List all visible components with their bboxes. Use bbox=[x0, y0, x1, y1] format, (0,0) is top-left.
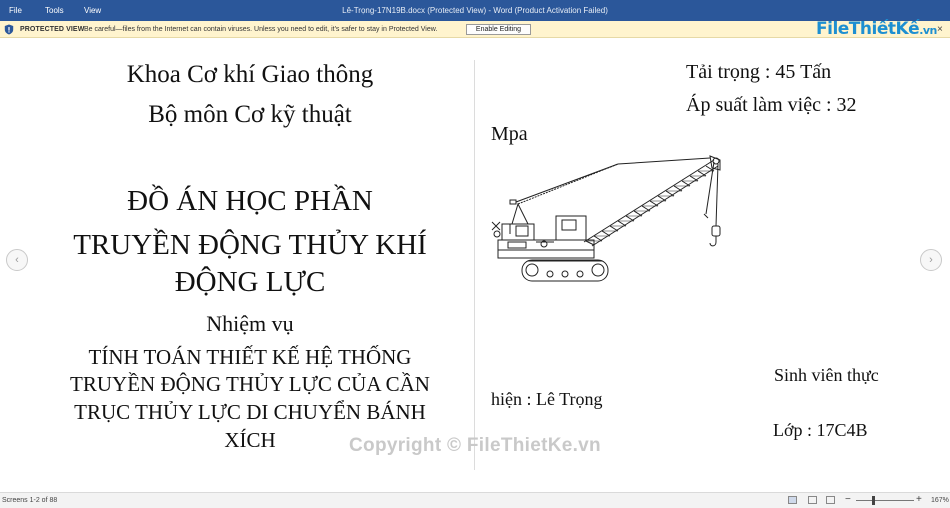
zoom-slider[interactable] bbox=[856, 500, 914, 501]
heading-line-1: ĐỒ ÁN HỌC PHẦN bbox=[127, 185, 373, 217]
read-mode-icon[interactable] bbox=[788, 496, 797, 504]
window-title: Lê-Trọng-17N19B.docx (Protected View) - … bbox=[342, 6, 608, 15]
task-label: Nhiệm vụ bbox=[206, 311, 294, 336]
copyright-watermark: Copyright © FileThietKe.vn bbox=[349, 435, 601, 456]
page-counter: Screens 1-2 of 88 bbox=[2, 497, 58, 504]
web-layout-icon[interactable] bbox=[826, 496, 835, 504]
print-layout-icon[interactable] bbox=[808, 496, 817, 504]
logo-domain: .vn bbox=[919, 24, 937, 37]
zoom-level[interactable]: 167% bbox=[931, 497, 949, 504]
task-line: TRỤC THỦY LỰC DI CHUYỂN BÁNH bbox=[74, 400, 426, 424]
zoom-out-button[interactable]: − bbox=[845, 494, 851, 505]
status-bar: Screens 1-2 of 88 − + 167% bbox=[0, 492, 950, 508]
task-line: TÍNH TOÁN THIẾT KẾ HỆ THỐNG bbox=[88, 345, 412, 369]
faculty-title: Khoa Cơ khí Giao thông bbox=[126, 61, 374, 88]
heading-line-2: TRUYỀN ĐỘNG THỦY KHÍ bbox=[73, 229, 427, 261]
site-logo: FileThiếtKế.vn bbox=[812, 12, 937, 40]
logo-name: FileThiếtKế bbox=[816, 19, 920, 39]
protected-view-label: PROTECTED VIEW bbox=[20, 26, 85, 33]
protected-view-message: Be careful—files from the Internet can c… bbox=[84, 26, 438, 33]
chevron-left-icon: ‹ bbox=[15, 254, 19, 266]
zoom-in-button[interactable]: + bbox=[916, 494, 922, 505]
zoom-slider-thumb[interactable] bbox=[871, 496, 875, 505]
document-view[interactable]: Khoa Cơ khí Giao thông Bộ môn Cơ kỹ thuậ… bbox=[0, 38, 950, 492]
enable-editing-button[interactable]: Enable Editing bbox=[466, 24, 531, 35]
shield-icon bbox=[4, 24, 14, 35]
load-text: Tải trọng : 45 Tấn bbox=[686, 61, 832, 83]
task-line: TRUYỀN ĐỘNG THỦY LỰC CỦA CẦN bbox=[70, 372, 430, 396]
chevron-right-icon: › bbox=[929, 254, 933, 266]
next-page-button[interactable]: › bbox=[920, 249, 942, 271]
previous-page-button[interactable]: ‹ bbox=[6, 249, 28, 271]
title-bar: File Tools View Lê-Trọng-17N19B.docx (Pr… bbox=[0, 0, 950, 21]
heading-line-3: ĐỘNG LỰC bbox=[174, 266, 326, 298]
student-name: hiện : Lê Trọng bbox=[491, 389, 603, 409]
close-icon[interactable]: × bbox=[937, 24, 943, 35]
protected-view-bar: PROTECTED VIEW Be careful—files from the… bbox=[0, 21, 950, 38]
crawler-crane-illustration bbox=[491, 155, 721, 282]
student-label: Sinh viên thực bbox=[774, 365, 879, 385]
department-title: Bộ môn Cơ kỹ thuật bbox=[148, 101, 352, 128]
page-divider bbox=[474, 60, 475, 470]
